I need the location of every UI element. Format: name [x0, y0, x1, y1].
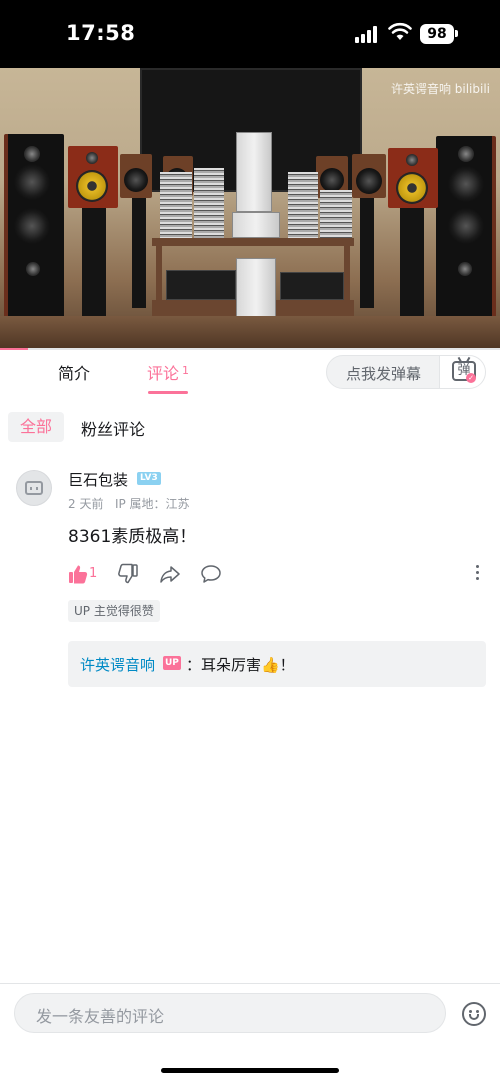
level-badge: LV3 — [137, 472, 161, 485]
wifi-icon — [388, 22, 412, 40]
filter-fans-button[interactable]: 粉丝评论 — [81, 416, 145, 440]
video-cd-stack — [160, 172, 192, 238]
tab-bar: 简介 评论 1 点我发弹幕 弹 ✓ — [0, 350, 500, 396]
comment-text: 8361素质极高！ — [68, 527, 197, 547]
video-woofer — [320, 168, 344, 192]
video-woofer — [448, 208, 484, 244]
bottom-divider — [0, 983, 500, 984]
cellular-signal-icon — [355, 25, 379, 43]
reply-user-name[interactable]: 许英谔音响 — [80, 654, 155, 675]
danmaku-placeholder: 点我发弹幕 — [346, 365, 422, 383]
video-tweeter — [86, 152, 98, 164]
comment-time: 2 天前 — [68, 497, 104, 511]
video-woofer — [448, 166, 484, 202]
status-bar: 17:58 98 — [0, 0, 500, 68]
tab-comments-count: 1 — [182, 364, 189, 377]
video-cd-stack — [194, 168, 224, 238]
video-black-amplifier — [166, 270, 236, 300]
tab-intro[interactable]: 简介 — [58, 360, 90, 384]
video-rack-top — [152, 238, 354, 246]
home-indicator — [161, 1068, 339, 1073]
comment-user-name[interactable]: 巨石包装 — [68, 469, 128, 490]
filter-all-button[interactable]: 全部 — [8, 412, 64, 442]
danmaku-input[interactable]: 点我发弹幕 弹 ✓ — [326, 355, 486, 389]
video-tweeter — [458, 262, 472, 276]
thumbs-up-icon[interactable] — [68, 563, 88, 585]
avatar[interactable] — [16, 470, 52, 506]
video-black-amplifier — [280, 272, 344, 300]
video-tweeter — [406, 154, 418, 166]
more-icon[interactable] — [476, 565, 480, 581]
reply-preview[interactable]: 许英谔音响 UP ：耳朵厉害👍！ — [68, 641, 486, 687]
video-speaker-stand — [82, 208, 106, 316]
comment-input-placeholder: 发一条友善的评论 — [36, 1007, 165, 1026]
video-watermark: 许英谔音响 bilibili — [390, 82, 490, 96]
share-icon[interactable] — [160, 563, 180, 585]
video-floor — [0, 316, 500, 350]
video-woofer — [14, 208, 50, 244]
video-speaker-stand — [400, 208, 424, 316]
status-time: 17:58 — [66, 21, 136, 45]
video-silver-amplifier — [236, 132, 272, 212]
video-woofer — [396, 172, 428, 204]
default-avatar-icon — [25, 481, 43, 495]
emoji-mouth — [469, 1014, 479, 1020]
battery-indicator: 98 — [420, 24, 454, 44]
video-woofer — [14, 164, 50, 200]
reply-icon[interactable] — [201, 563, 221, 585]
battery-nub — [455, 30, 458, 37]
video-tweeter — [26, 262, 40, 276]
video-silver-amplifier — [232, 212, 280, 238]
reply-text: ：耳朵厉害👍！ — [186, 656, 295, 674]
video-tweeter — [24, 146, 40, 162]
danmaku-toggle-button[interactable]: 弹 ✓ — [439, 356, 485, 388]
comment-meta: 2 天前 IP 属地：江苏 — [68, 495, 190, 512]
video-speaker-stand — [360, 198, 374, 308]
check-icon: ✓ — [466, 373, 476, 383]
video-cd-stack — [320, 190, 352, 238]
video-cd-stack — [288, 172, 318, 238]
video-tweeter — [458, 146, 474, 162]
thumbs-down-icon[interactable] — [118, 563, 138, 585]
video-speaker-stand — [132, 198, 146, 308]
emoji-icon[interactable] — [462, 1002, 486, 1026]
comment-ip-location: IP 属地：江苏 — [114, 497, 190, 511]
tab-active-indicator — [148, 391, 188, 394]
comment-input[interactable]: 发一条友善的评论 — [14, 993, 446, 1033]
video-player[interactable]: 许英谔音响 bilibili — [0, 68, 500, 350]
tab-comments[interactable]: 评论 — [147, 360, 179, 384]
video-woofer — [356, 168, 382, 194]
like-count: 1 — [89, 566, 98, 581]
up-badge: UP — [163, 656, 181, 670]
video-woofer — [124, 168, 148, 192]
up-liked-tag: UP 主觉得很赞 — [68, 600, 160, 622]
video-woofer — [76, 170, 108, 202]
